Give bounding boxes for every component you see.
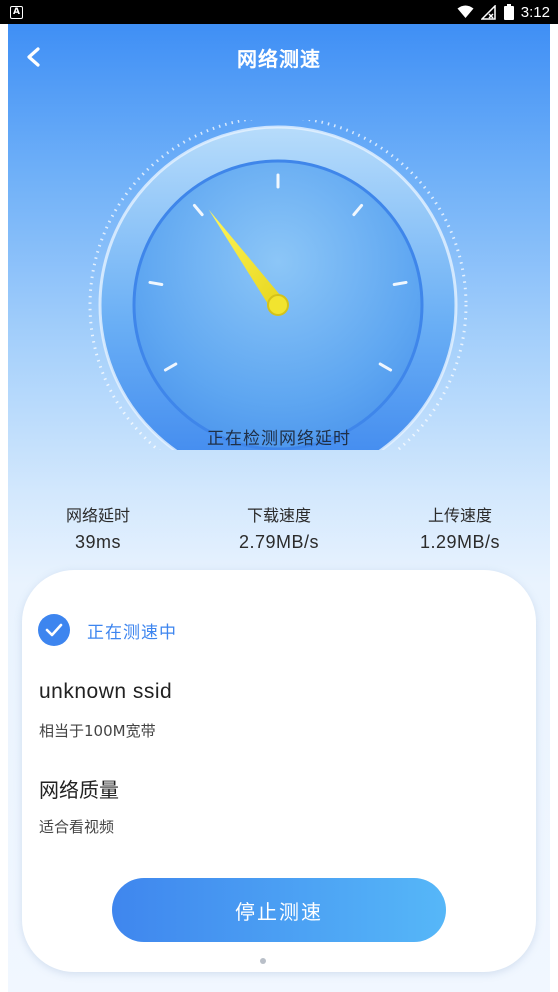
app-badge-icon: A xyxy=(10,5,23,19)
check-circle-icon xyxy=(38,614,70,646)
gauge-tick xyxy=(148,280,164,287)
latency-value: 39ms xyxy=(74,532,121,552)
testing-status: 正在测速中 xyxy=(38,614,177,646)
speed-test-screen: 网络测速 正在检测网络延时 网络延时 39ms 下载速度 2.79MB/s 上传… xyxy=(8,24,550,992)
download-value: 2.79MB/s xyxy=(238,532,320,552)
gauge-status-text: 正在检测网络延时 xyxy=(207,429,351,449)
page-indicator-dot xyxy=(260,958,266,964)
upload-label: 上传速度 xyxy=(427,506,492,525)
stop-test-button[interactable]: 停止测速 xyxy=(112,878,446,942)
testing-status-text: 正在测速中 xyxy=(87,622,177,643)
bandwidth-equivalent: 相当于100M宽带 xyxy=(39,722,156,740)
download-stat: 下载速度 2.79MB/s xyxy=(189,502,369,553)
clock: 3:12 xyxy=(520,3,550,21)
app-header: 网络测速 xyxy=(8,24,550,90)
stats-row: 网络延时 39ms 下载速度 2.79MB/s 上传速度 1.29MB/s xyxy=(8,502,550,562)
upload-value: 1.29MB/s xyxy=(419,532,501,552)
gauge-hub xyxy=(267,294,289,316)
battery-icon xyxy=(503,4,514,20)
quality-title: 网络质量 xyxy=(39,778,119,802)
gauge-tick xyxy=(392,280,408,287)
wifi-icon xyxy=(457,5,474,18)
upload-stat: 上传速度 1.29MB/s xyxy=(370,502,550,553)
download-label: 下载速度 xyxy=(246,506,311,525)
page-title: 网络测速 xyxy=(237,47,321,71)
speed-gauge xyxy=(88,120,468,450)
network-ssid: unknown ssid xyxy=(39,680,173,703)
status-bar: A 3:12 xyxy=(0,0,558,24)
latency-stat: 网络延时 39ms xyxy=(8,502,188,553)
latency-label: 网络延时 xyxy=(65,506,130,525)
signal-off-icon xyxy=(480,4,496,20)
quality-description: 适合看视频 xyxy=(39,818,115,836)
result-card: 正在测速中 unknown ssid 相当于100M宽带 网络质量 适合看视频 … xyxy=(22,570,536,972)
